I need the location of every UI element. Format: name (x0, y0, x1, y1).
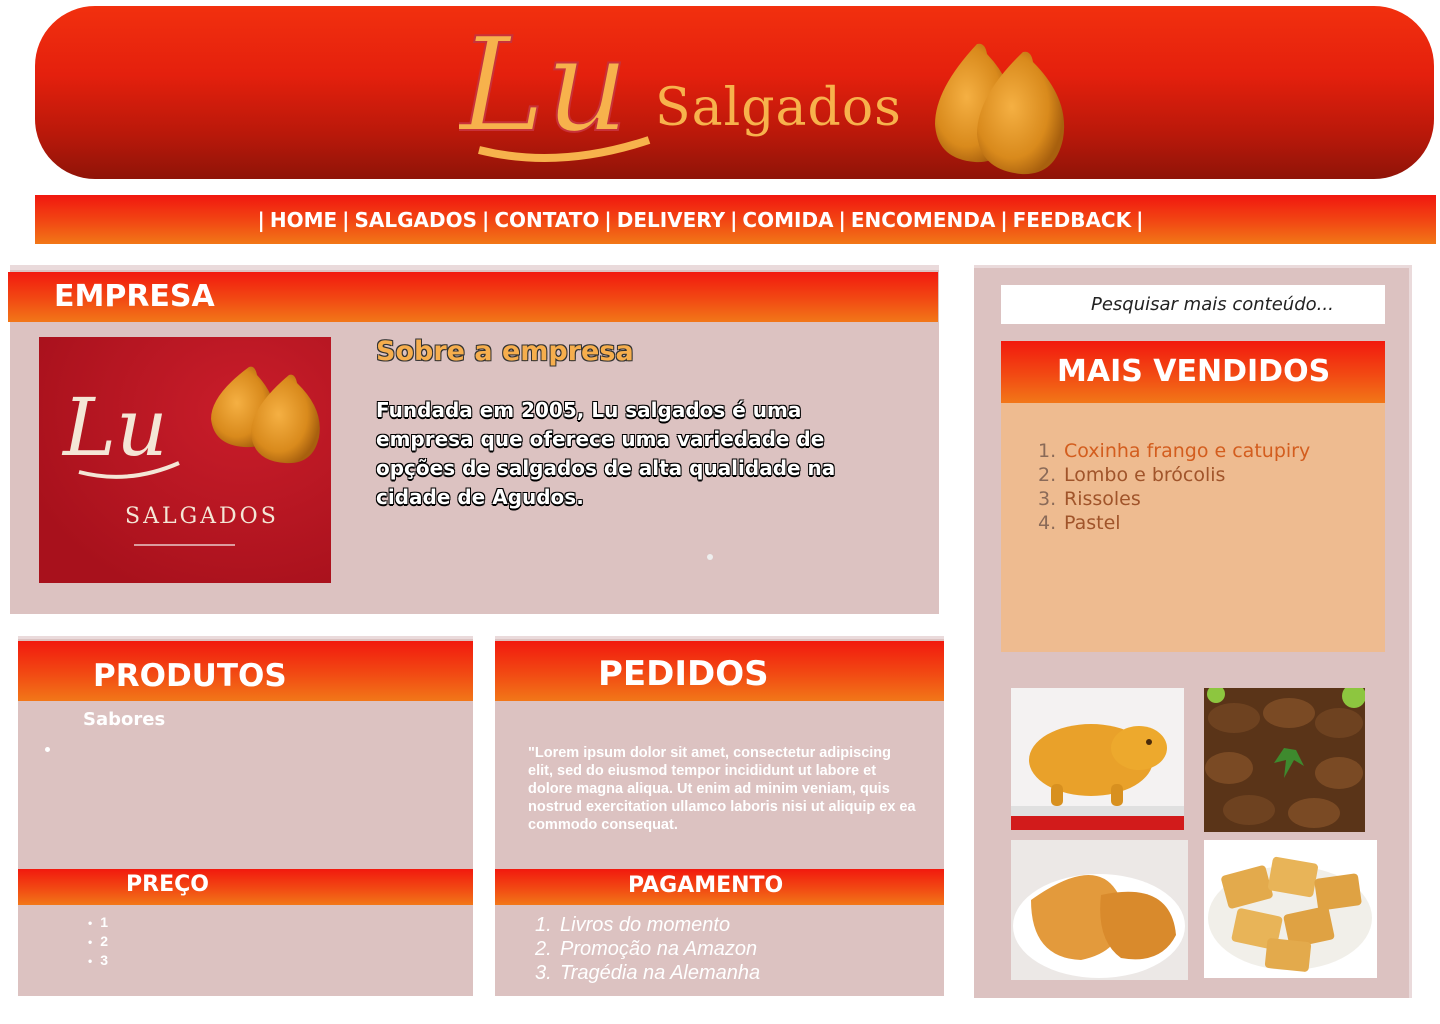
nav-separator: | (482, 207, 490, 232)
nav-link-contato[interactable]: CONTATO (494, 208, 599, 232)
search-input[interactable] (1001, 285, 1385, 324)
sabores-label: Sabores (83, 709, 166, 730)
pedidos-header: PEDIDOS (495, 641, 944, 701)
nav-separator: | (838, 207, 846, 232)
preco-list: 1 2 3 (88, 913, 108, 970)
header-banner: Lu Salgados (35, 6, 1434, 179)
nav-separator: | (257, 207, 265, 232)
empresa-panel: EMPRESA Lu SALGADOS Sobre a empresa Fund… (8, 265, 939, 614)
capybara-coxinha-image (1011, 688, 1184, 830)
pedidos-title: PEDIDOS (598, 654, 769, 694)
pagamento-list: 1. Livros do momento 2. Promoção na Amazon… (535, 913, 760, 985)
kibe-image (1204, 688, 1365, 832)
nav-link-delivery[interactable]: DELIVERY (617, 208, 725, 232)
sidebar: MAIS VENDIDOS 1.Coxinha frango e catupir… (974, 265, 1412, 998)
produtos-header: PRODUTOS (18, 641, 473, 701)
coxinha-image (935, 43, 1065, 175)
nav-separator: | (1136, 207, 1144, 232)
logo-lu-text: Lu (459, 9, 629, 161)
list-item: 1. Livros do momento (535, 914, 731, 936)
pedidos-text: "Lorem ipsum dolor sit amet, consectetur… (528, 745, 916, 833)
pagamento-title: PAGAMENTO (628, 873, 784, 898)
empresa-header: EMPRESA (8, 272, 938, 322)
company-logo-lu: Lu (61, 381, 168, 474)
logo-lu-script: Lu (459, 8, 651, 162)
esfiha-image (1011, 840, 1188, 980)
nav-link-encomenda[interactable]: ENCOMENDA (851, 208, 995, 232)
list-item[interactable]: 1. Coxinha frango e catupiry (1038, 439, 1310, 463)
company-logo-image: Lu SALGADOS (39, 337, 331, 583)
nav-link-home[interactable]: HOME (270, 208, 337, 232)
company-logo-word: SALGADOS (125, 504, 279, 529)
mais-vendidos-list: 1. Coxinha frango e catupiry 2. Lombo e br… (1038, 439, 1310, 535)
list-item: 2 (88, 932, 108, 951)
empresa-title: EMPRESA (54, 279, 215, 314)
nav-separator: | (604, 207, 612, 232)
list-item: 3 (88, 951, 108, 970)
preco-title: PREÇO (126, 872, 209, 897)
list-item: 2. Promoção na Amazon (535, 938, 758, 960)
list-item[interactable]: 3. Rissoles (1038, 487, 1310, 511)
produtos-panel: PRODUTOS Sabores PREÇO 1 2 3 (18, 636, 473, 996)
pagamento-header: PAGAMENTO (495, 869, 944, 905)
nav-link-feedback[interactable]: FEEDBACK (1013, 208, 1132, 232)
nav-separator: | (342, 207, 350, 232)
mais-vendidos-box: MAIS VENDIDOS 1. Coxinha frango e catupir… (1001, 341, 1385, 652)
main-nav: | HOME | SALGADOS | CONTATO | DELIVERY | COMIDA | E… (35, 195, 1436, 244)
sobre-empresa-heading: Sobre a empresa (376, 336, 634, 367)
logo-salgados-text: Salgados (655, 78, 902, 138)
mais-vendidos-header: MAIS VENDIDOS (1001, 341, 1385, 403)
pedidos-panel: PEDIDOS "Lorem ipsum dolor sit amet, con… (495, 636, 944, 996)
nav-link-salgados[interactable]: SALGADOS (354, 208, 477, 232)
pastel-image (1204, 840, 1377, 978)
decorative-dot (707, 554, 713, 560)
list-item[interactable]: 2. Lombo e brócolis (1038, 463, 1310, 487)
sobre-empresa-text: Fundada em 2005, Lu salgados é uma empre… (376, 398, 836, 509)
list-item: 1 (88, 913, 108, 932)
list-item: 3. Tragédia na Alemanha (535, 962, 761, 984)
nav-link-comida[interactable]: COMIDA (742, 208, 833, 232)
mais-vendidos-title: MAIS VENDIDOS (1057, 354, 1331, 389)
nav-separator: | (730, 207, 738, 232)
empty-bullet (45, 747, 50, 752)
nav-separator: | (1000, 207, 1008, 232)
preco-header: PREÇO (18, 869, 473, 905)
produtos-title: PRODUTOS (93, 658, 287, 694)
list-item[interactable]: 4. Pastel (1038, 511, 1310, 535)
